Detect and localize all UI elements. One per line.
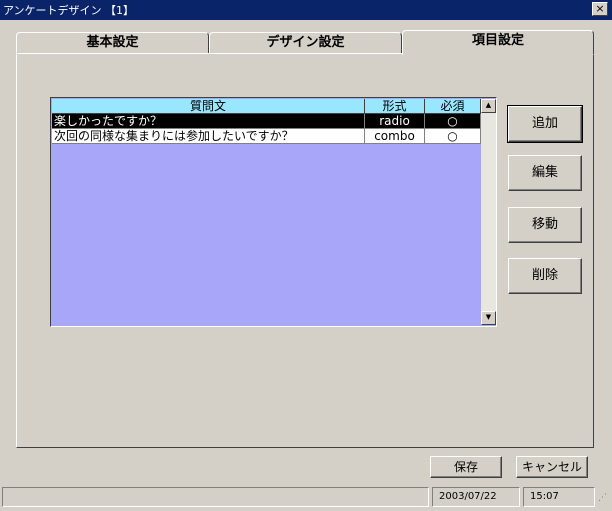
title-bar: アンケートデザイン 【1】 × <box>0 0 612 20</box>
vertical-scrollbar[interactable]: ▲ ▼ <box>481 99 496 325</box>
status-pane-message <box>2 487 429 507</box>
scroll-up-icon[interactable]: ▲ <box>481 99 496 113</box>
scroll-down-icon[interactable]: ▼ <box>481 311 496 325</box>
column-header-type[interactable]: 形式 <box>365 99 425 114</box>
column-header-question[interactable]: 質問文 <box>52 99 365 114</box>
status-date: 2003/07/22 <box>432 487 520 507</box>
status-bar: 2003/07/22 15:07 ⋰ <box>2 487 610 507</box>
cancel-button[interactable]: キャンセル <box>516 456 588 478</box>
tab-basic-settings[interactable]: 基本設定 <box>16 32 209 54</box>
cell-type[interactable]: radio <box>365 114 425 129</box>
survey-design-window: アンケートデザイン 【1】 × 基本設定 デザイン設定 項目設定 質問文 形式 … <box>0 0 612 511</box>
cell-question[interactable]: 楽しかったですか？ <box>52 114 365 129</box>
save-button[interactable]: 保存 <box>430 456 502 478</box>
delete-button[interactable]: 削除 <box>508 258 582 294</box>
table-row[interactable]: 楽しかったですか？ radio ○ <box>52 114 481 129</box>
column-header-required[interactable]: 必須 <box>425 99 481 114</box>
table-row[interactable]: 次回の同様な集まりには参加したいですか？ combo ○ <box>52 129 481 144</box>
grid-body: 質問文 形式 必須 楽しかったですか？ radio ○ 次回の同様な集まりには参… <box>52 99 481 325</box>
resize-grip-icon[interactable]: ⋰ <box>598 493 610 505</box>
edit-button[interactable]: 編集 <box>508 155 582 191</box>
tab-item-settings[interactable]: 項目設定 <box>402 30 594 55</box>
cell-type[interactable]: combo <box>365 129 425 144</box>
add-button[interactable]: 追加 <box>507 105 583 143</box>
tab-design-settings[interactable]: デザイン設定 <box>209 32 402 54</box>
status-time: 15:07 <box>523 487 595 507</box>
cell-required[interactable]: ○ <box>425 114 481 129</box>
window-title: アンケートデザイン 【1】 <box>3 4 135 17</box>
question-grid[interactable]: 質問文 形式 必須 楽しかったですか？ radio ○ 次回の同様な集まりには参… <box>50 97 497 327</box>
close-button[interactable]: × <box>592 2 608 16</box>
cell-required[interactable]: ○ <box>425 129 481 144</box>
grid-header: 質問文 形式 必須 <box>52 99 481 114</box>
tab-strip: 基本設定 デザイン設定 項目設定 <box>16 30 594 55</box>
cell-question[interactable]: 次回の同様な集まりには参加したいですか？ <box>52 129 365 144</box>
move-button[interactable]: 移動 <box>508 207 582 243</box>
